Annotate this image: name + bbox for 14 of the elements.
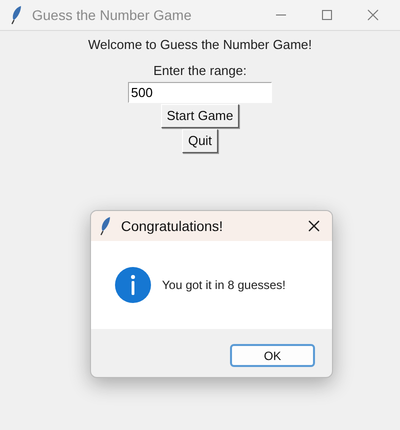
feather-icon bbox=[10, 5, 23, 25]
welcome-text: Welcome to Guess the Number Game! bbox=[88, 36, 312, 54]
maximize-icon[interactable] bbox=[321, 9, 333, 21]
ok-button[interactable]: OK bbox=[230, 344, 315, 367]
dialog-message: You got it in 8 guesses! bbox=[162, 277, 286, 294]
window-title: Guess the Number Game bbox=[32, 6, 193, 24]
info-icon bbox=[115, 267, 151, 303]
close-icon[interactable] bbox=[308, 220, 320, 232]
range-label: Enter the range: bbox=[153, 62, 247, 80]
dialog-title: Congratulations! bbox=[121, 216, 224, 236]
quit-button[interactable]: Quit bbox=[182, 129, 218, 153]
range-input[interactable]: 500 bbox=[128, 82, 272, 103]
feather-icon bbox=[99, 216, 112, 236]
start-game-button[interactable]: Start Game bbox=[160, 104, 240, 128]
